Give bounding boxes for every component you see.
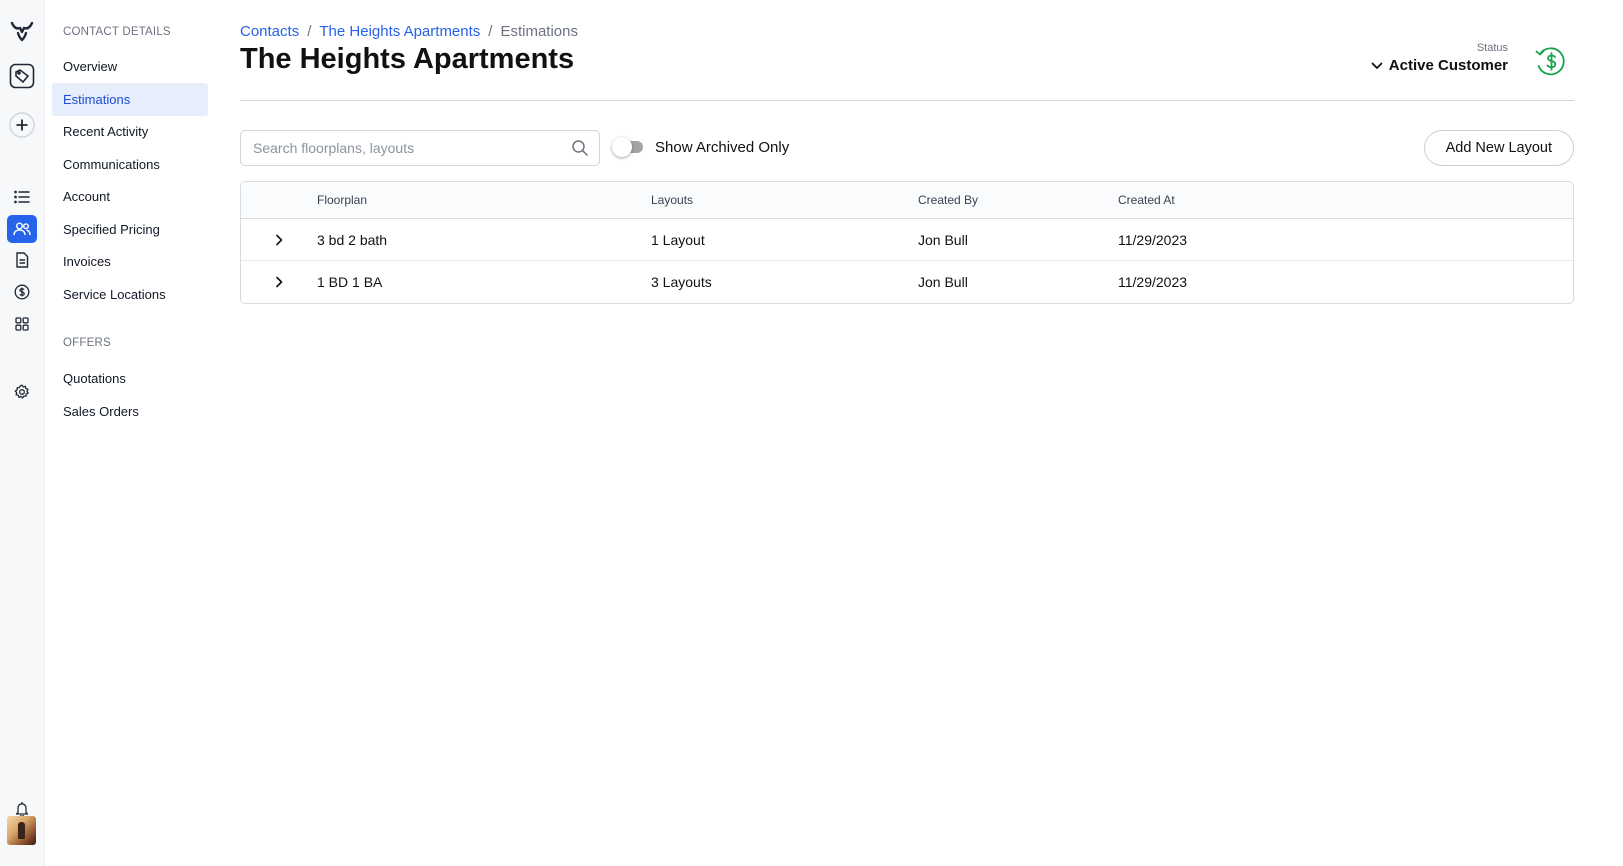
floorplans-table: Floorplan Layouts Created By Created At … bbox=[240, 181, 1574, 304]
cell-floorplan: 1 BD 1 BA bbox=[317, 274, 383, 290]
app-logo-icon[interactable] bbox=[8, 17, 36, 45]
cell-created-at: 11/29/2023 bbox=[1118, 231, 1188, 248]
column-header-created-at[interactable]: Created At bbox=[1118, 193, 1573, 207]
archived-toggle[interactable] bbox=[612, 137, 643, 157]
contact-details-header: CONTACT DETAILS bbox=[63, 26, 171, 38]
sidebar-item-invoices[interactable]: Invoices bbox=[52, 245, 208, 278]
column-header-floorplan[interactable]: Floorplan bbox=[317, 193, 651, 207]
cell-layouts: 1 Layout bbox=[651, 231, 705, 248]
cell-layouts: 3 Layouts bbox=[651, 274, 712, 290]
sidebar-item-communications[interactable]: Communications bbox=[52, 148, 208, 181]
document-icon[interactable] bbox=[8, 246, 36, 274]
breadcrumb-separator: / bbox=[307, 23, 312, 40]
search-input[interactable] bbox=[253, 140, 571, 156]
icon-rail bbox=[0, 0, 45, 866]
search-icon[interactable] bbox=[571, 139, 589, 157]
column-header-created-by[interactable]: Created By bbox=[918, 193, 1118, 207]
dollar-circle-icon[interactable] bbox=[8, 278, 36, 306]
status-dropdown[interactable]: Active Customer bbox=[1371, 57, 1508, 74]
breadcrumb-separator: / bbox=[488, 23, 493, 40]
dollar-refresh-icon bbox=[1534, 45, 1568, 79]
sidebar-item-quotations[interactable]: Quotations bbox=[52, 362, 208, 395]
sidebar-item-service-locations[interactable]: Service Locations bbox=[52, 278, 208, 311]
toggle-knob bbox=[612, 137, 632, 157]
breadcrumb-contact[interactable]: The Heights Apartments bbox=[319, 23, 480, 40]
archived-toggle-label: Show Archived Only bbox=[655, 138, 790, 156]
plus-icon[interactable] bbox=[8, 111, 36, 139]
search-box bbox=[240, 130, 600, 166]
cell-created-by: Jon Bull bbox=[918, 231, 968, 248]
sidebar-item-specified-pricing[interactable]: Specified Pricing bbox=[52, 213, 208, 246]
chevron-right-icon[interactable] bbox=[272, 275, 286, 289]
cell-floorplan: 3 bd 2 bath bbox=[317, 231, 388, 248]
status-label: Status bbox=[1476, 42, 1508, 54]
archived-toggle-group: Show Archived Only bbox=[612, 137, 789, 157]
tag-icon[interactable] bbox=[8, 62, 36, 90]
cell-created-at: 11/29/2023 bbox=[1118, 274, 1188, 290]
sidebar-item-account[interactable]: Account bbox=[52, 180, 208, 213]
sidebar-item-estimations[interactable]: Estimations bbox=[52, 83, 208, 116]
breadcrumb-current: Estimations bbox=[500, 23, 578, 40]
row-expand[interactable] bbox=[241, 275, 317, 289]
page-title: The Heights Apartments bbox=[240, 43, 575, 75]
breadcrumb: Contacts / The Heights Apartments / Esti… bbox=[240, 23, 578, 40]
column-header-layouts[interactable]: Layouts bbox=[651, 193, 918, 207]
table-row[interactable]: 1 BD 1 BA 3 Layouts Jon Bull 11/29/2023 bbox=[241, 261, 1573, 303]
status-control: Status Active Customer bbox=[1371, 42, 1508, 74]
chevron-right-icon[interactable] bbox=[272, 233, 286, 247]
breadcrumb-contacts[interactable]: Contacts bbox=[240, 23, 299, 40]
sidebar-item-recent-activity[interactable]: Recent Activity bbox=[52, 115, 208, 148]
list-icon[interactable] bbox=[8, 183, 36, 211]
main-content: Contacts / The Heights Apartments / Esti… bbox=[240, 0, 1580, 866]
add-new-layout-button[interactable]: Add New Layout bbox=[1423, 130, 1574, 166]
grid-icon[interactable] bbox=[8, 310, 36, 338]
table-row[interactable]: 3 bd 2 bath 1 Layout Jon Bull 11/29/2023 bbox=[241, 219, 1573, 261]
contact-sidebar: CONTACT DETAILS Overview Estimations Rec… bbox=[45, 0, 215, 866]
sidebar-item-overview[interactable]: Overview bbox=[52, 50, 208, 83]
gear-icon[interactable] bbox=[8, 378, 36, 406]
row-expand[interactable] bbox=[241, 233, 317, 247]
status-value: Active Customer bbox=[1388, 57, 1508, 74]
cell-created-by: Jon Bull bbox=[918, 274, 968, 290]
chevron-down-icon bbox=[1371, 62, 1383, 69]
sidebar-item-sales-orders[interactable]: Sales Orders bbox=[52, 395, 208, 428]
contacts-icon[interactable] bbox=[7, 215, 37, 243]
header-divider bbox=[240, 100, 1574, 101]
offers-header: OFFERS bbox=[63, 337, 111, 349]
table-header: Floorplan Layouts Created By Created At bbox=[241, 182, 1573, 219]
avatar[interactable] bbox=[7, 816, 36, 845]
